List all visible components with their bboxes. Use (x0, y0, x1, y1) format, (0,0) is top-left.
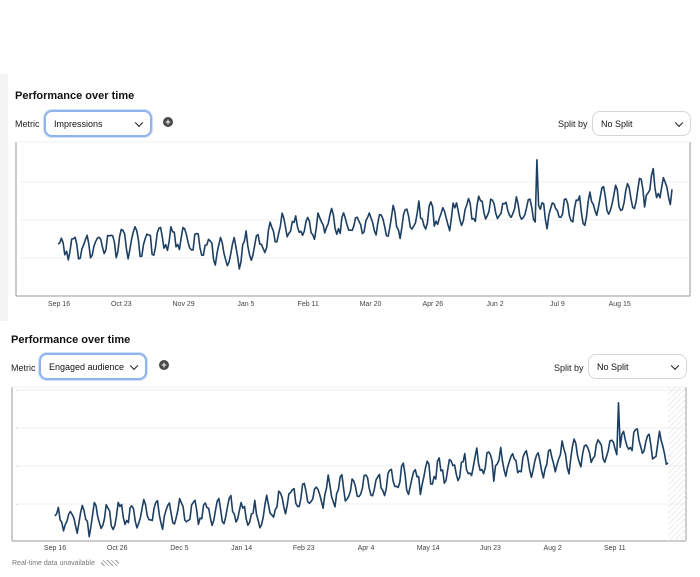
x-tick-label: Jul 9 (550, 301, 565, 308)
x-tick-label: Aug 2 (543, 545, 561, 552)
panel-title: Performance over time (11, 334, 131, 346)
chevron-down-icon (134, 118, 144, 127)
realtime-note: Real-time data unavailable (12, 560, 119, 567)
chevron-down-icon (670, 361, 680, 370)
realtime-unavailable-region (668, 387, 686, 541)
split-by-select-value: No Split (601, 118, 633, 129)
x-tick-label: May 14 (417, 545, 440, 552)
x-tick-label: Jan 14 (231, 545, 252, 552)
y-tick-mark: · (16, 388, 18, 394)
split-by-select[interactable]: No Split (592, 111, 691, 136)
x-tick-label: Feb 23 (293, 545, 315, 552)
y-tick-mark: · (16, 464, 18, 470)
split-by-label: Split by (558, 119, 588, 129)
impressions-chart: Sep 16 Oct 23 Nov 29 Jan 5 Feb 11 Mar 20 Apr 2… (15, 141, 691, 308)
x-tick-label: Aug 15 (609, 301, 631, 308)
x-tick-label: Oct 26 (107, 545, 128, 552)
x-tick-label: Nov 29 (173, 301, 195, 308)
metric-select[interactable]: Impressions (44, 110, 152, 137)
series-line-impressions (57, 158, 673, 270)
x-tick-label: Sep 11 (604, 545, 626, 552)
chevron-down-icon (129, 361, 139, 370)
y-tick-mark: · (16, 426, 18, 432)
x-tick-label: Feb 11 (298, 301, 319, 308)
x-tick-label: Oct 23 (111, 301, 132, 308)
series-line-engaged-audience (54, 401, 669, 538)
x-tick-label: Jun 2 (487, 301, 504, 308)
metric-select-value: Impressions (54, 118, 103, 129)
x-tick-label: Sep 16 (44, 545, 66, 552)
x-tick-label: Apr 4 (358, 545, 375, 552)
metric-select-value: Engaged audience (49, 361, 125, 372)
hatch-legend-icon (100, 560, 119, 567)
chevron-down-icon (674, 118, 684, 127)
split-by-select-value: No Split (597, 361, 629, 372)
split-by-select[interactable]: No Split (588, 354, 687, 379)
panel-title: Performance over time (15, 90, 135, 102)
x-tick-label: Dec 5 (170, 545, 188, 552)
y-tick-mark: · (16, 502, 18, 508)
x-tick-label: Jun 23 (480, 545, 501, 552)
split-by-label: Split by (554, 363, 584, 373)
plus-circle-icon[interactable]: + (163, 117, 173, 127)
x-tick-label: Sep 16 (48, 301, 70, 308)
engaged-audience-chart: · · · · Sep 16 Oct 26 Dec 5 Jan 14 Feb 23 Apr 4 Ma… (11, 386, 687, 552)
x-tick-label: Jan 5 (237, 301, 254, 308)
metric-label: Metric (11, 363, 36, 373)
realtime-note-text: Real-time data unavailable (12, 560, 95, 567)
metric-select[interactable]: Engaged audience (39, 353, 147, 380)
plus-circle-icon[interactable]: + (159, 360, 169, 370)
x-tick-label: Apr 26 (422, 301, 443, 308)
metric-label: Metric (15, 119, 40, 129)
x-tick-label: Mar 20 (360, 301, 382, 308)
